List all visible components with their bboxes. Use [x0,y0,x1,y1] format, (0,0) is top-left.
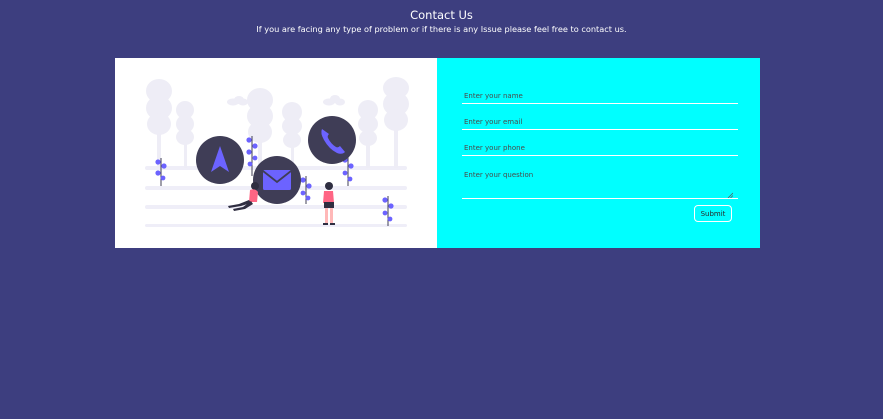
email-field[interactable] [462,116,738,130]
contact-illustration-graphic [145,77,409,227]
contact-form: Submit [437,58,760,248]
page-subtitle: If you are facing any type of problem or… [256,24,627,34]
envelope-icon [253,156,301,204]
phone-icon [308,116,356,164]
question-field[interactable] [462,168,738,199]
page-header: Contact Us If you are facing any type of… [0,8,883,35]
contact-card: Submit [115,58,760,248]
phone-field[interactable] [462,142,738,156]
navigation-arrow-icon [196,136,244,184]
name-field[interactable] [462,90,738,104]
resize-handle-icon[interactable] [727,192,733,198]
contact-illustration [115,58,437,248]
page-title: Contact Us [410,8,473,22]
background-trees [146,77,409,168]
submit-button[interactable]: Submit [694,205,732,222]
